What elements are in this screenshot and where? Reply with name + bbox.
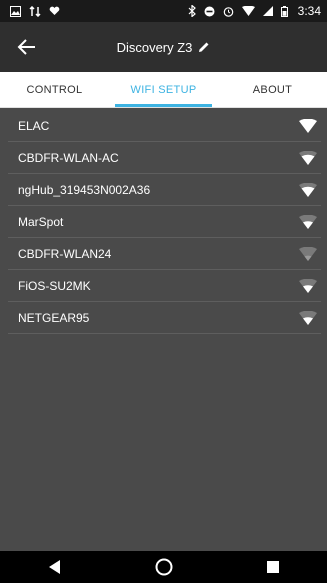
battery-icon [280, 5, 288, 17]
heart-icon [49, 6, 60, 16]
status-bar: 3:34 [0, 0, 327, 22]
image-icon [10, 5, 21, 17]
tab-wifi-setup[interactable]: WIFI SETUP [109, 72, 218, 107]
page-title: Discovery Z3 [116, 39, 193, 55]
wifi-signal-icon [299, 182, 317, 197]
app-bar: Discovery Z3 [0, 22, 327, 72]
circle-home-icon [155, 558, 172, 576]
network-ssid: MarSpot [18, 214, 64, 229]
wifi-signal-icon [299, 278, 317, 293]
bluetooth-icon [188, 5, 196, 17]
network-row-marspot[interactable]: MarSpot [8, 206, 321, 238]
wifi-signal-icon [299, 310, 317, 325]
tab-bar: CONTROL WIFI SETUP ABOUT [0, 72, 327, 108]
network-ssid: ELAC [18, 118, 50, 133]
network-row-cbdfr-wlan24[interactable]: CBDFR-WLAN24 [8, 238, 321, 270]
navigation-bar [0, 551, 327, 583]
wifi-signal-icon [299, 214, 317, 229]
network-ssid: NETGEAR95 [18, 310, 90, 325]
network-ssid: CBDFR-WLAN-AC [18, 150, 119, 165]
wifi-signal-icon [299, 118, 317, 133]
network-row-elac[interactable]: ELAC [8, 110, 321, 142]
network-ssid: ngHub_319453N002A36 [18, 182, 151, 197]
network-ssid: CBDFR-WLAN24 [18, 246, 112, 261]
wifi-signal-icon [299, 246, 317, 261]
signal-icon [262, 6, 273, 16]
tab-about[interactable]: ABOUT [218, 72, 327, 107]
nav-recents-button[interactable] [262, 556, 284, 578]
back-arrow-icon[interactable] [16, 36, 38, 58]
wifi-signal-icon [299, 150, 317, 165]
triangle-back-icon [48, 560, 60, 574]
status-time: 3:34 [297, 4, 321, 18]
nav-back-button[interactable] [44, 556, 66, 578]
network-row-fios[interactable]: FiOS-SU2MK [8, 270, 321, 302]
pencil-icon[interactable] [198, 41, 210, 53]
title-group: Discovery Z3 [117, 40, 211, 55]
network-list: ELAC CBDFR-WLAN-AC ngHub_319453N002A36 M… [8, 110, 321, 334]
square-recents-icon [266, 561, 279, 573]
nav-home-button[interactable] [153, 556, 175, 578]
tab-control[interactable]: CONTROL [0, 72, 109, 107]
network-row-nghub[interactable]: ngHub_319453N002A36 [8, 174, 321, 206]
wifi-status-icon [241, 6, 255, 16]
dnd-icon [204, 6, 215, 16]
alarm-icon [223, 6, 233, 17]
transfer-icon [29, 5, 41, 17]
network-ssid: FiOS-SU2MK [18, 278, 91, 293]
network-row-netgear95[interactable]: NETGEAR95 [8, 302, 321, 334]
network-row-cbdfr-wlan-ac[interactable]: CBDFR-WLAN-AC [8, 142, 321, 174]
